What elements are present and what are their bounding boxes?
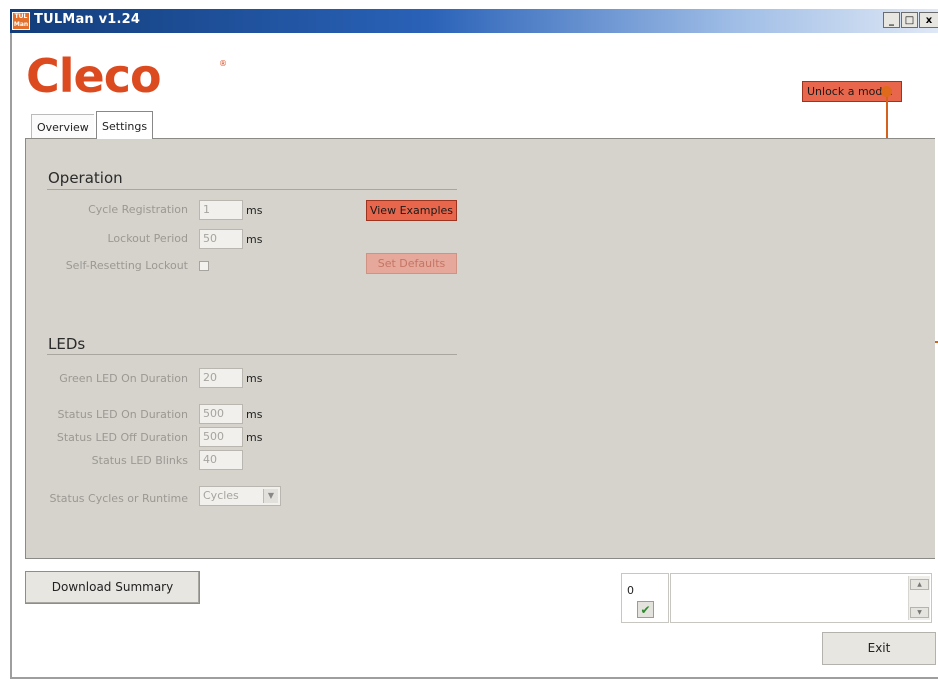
counter-value: 0 [627, 584, 634, 597]
exit-button[interactable]: Exit [822, 632, 936, 665]
operation-divider [47, 189, 457, 190]
green-led-on-duration-input[interactable]: 20 [199, 368, 243, 388]
status-cycles-or-runtime-label: Status Cycles or Runtime [49, 492, 188, 505]
registered-mark: ® [219, 59, 227, 68]
status-led-on-duration-label: Status LED On Duration [57, 408, 189, 421]
status-cycles-or-runtime-select[interactable]: Cycles ▼ [199, 486, 281, 506]
status-led-blinks-label: Status LED Blinks [91, 454, 188, 467]
window-frame-left [10, 33, 12, 679]
cycle-registration-unit: ms [246, 204, 263, 217]
tab-overview[interactable]: Overview [31, 114, 94, 139]
self-resetting-lockout-checkbox[interactable] [199, 261, 209, 271]
maximize-button[interactable]: □ [901, 12, 918, 28]
tab-settings[interactable]: Settings [96, 111, 154, 139]
title-bar[interactable] [10, 9, 938, 33]
set-defaults-button[interactable]: Set Defaults [366, 253, 457, 274]
window-title: TULMan v1.24 [34, 12, 141, 27]
download-summary-button[interactable]: Download Summary [25, 571, 200, 604]
status-led-off-duration-unit: ms [246, 431, 263, 444]
green-led-on-duration-unit: ms [246, 372, 263, 385]
leds-heading: LEDs [48, 335, 86, 353]
leds-divider [47, 354, 457, 355]
cycle-registration-input[interactable]: 1 [199, 200, 243, 220]
app-icon: TUL Man [12, 12, 30, 30]
close-button[interactable]: x [919, 12, 938, 28]
lockout-period-unit: ms [246, 233, 263, 246]
cycle-registration-label: Cycle Registration [88, 203, 188, 216]
view-examples-button[interactable]: View Examples [366, 200, 457, 221]
scroll-down-icon[interactable]: ▼ [910, 607, 929, 618]
callout-dot [881, 86, 892, 97]
self-resetting-lockout-label: Self-Resetting Lockout [65, 259, 188, 272]
status-led-off-duration-label: Status LED Off Duration [56, 431, 188, 444]
chevron-down-icon[interactable]: ▼ [263, 489, 278, 503]
green-led-on-duration-label: Green LED On Duration [59, 372, 188, 385]
lockout-period-input[interactable]: 50 [199, 229, 243, 249]
status-led-off-duration-input[interactable]: 500 [199, 427, 243, 447]
check-icon[interactable]: ✔ [637, 601, 654, 618]
cleco-logo: Cleco [26, 49, 162, 103]
status-cycles-or-runtime-value: Cycles [203, 489, 239, 502]
log-textarea[interactable] [670, 573, 932, 623]
status-led-on-duration-input[interactable]: 500 [199, 404, 243, 424]
status-led-on-duration-unit: ms [246, 408, 263, 421]
status-led-blinks-input[interactable]: 40 [199, 450, 243, 470]
scroll-up-icon[interactable]: ▲ [910, 579, 929, 590]
operation-heading: Operation [48, 169, 123, 187]
lockout-period-label: Lockout Period [107, 232, 188, 245]
minimize-button[interactable]: _ [883, 12, 900, 28]
